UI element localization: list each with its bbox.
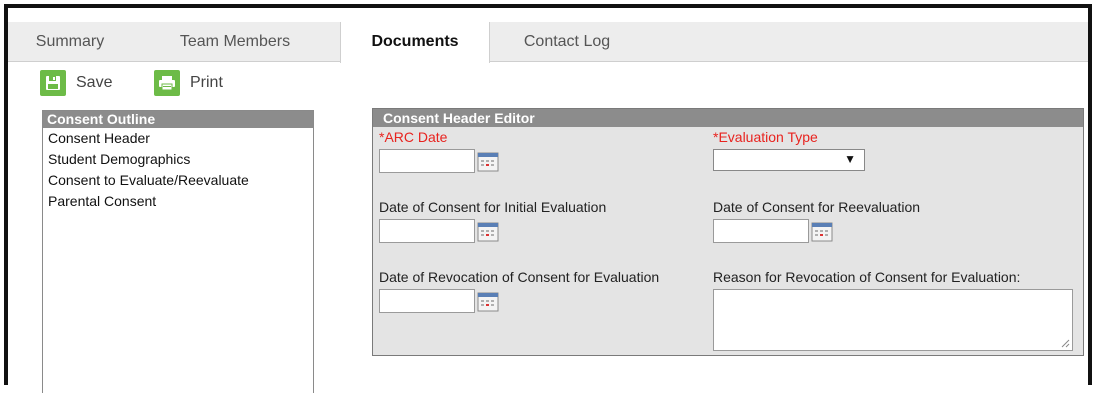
consent-initial-label: Date of Consent for Initial Evaluation bbox=[379, 199, 607, 215]
outline-item-student-demographics[interactable]: Student Demographics bbox=[43, 149, 313, 170]
evaluation-type-select[interactable]: ▼ bbox=[713, 149, 865, 171]
app-frame: Summary Team Members Documents Contact L… bbox=[4, 4, 1092, 393]
arc-date-label: *ARC Date bbox=[379, 129, 448, 145]
save-label: Save bbox=[76, 74, 113, 91]
tab-documents[interactable]: Documents bbox=[340, 22, 490, 63]
tab-bar: Summary Team Members Documents Contact L… bbox=[8, 22, 1088, 63]
save-button[interactable]: Save bbox=[40, 68, 112, 98]
printer-icon bbox=[154, 70, 180, 96]
consent-initial-input[interactable] bbox=[379, 219, 475, 243]
calendar-icon[interactable] bbox=[477, 292, 499, 312]
save-icon bbox=[40, 70, 66, 96]
evaluation-type-label: *Evaluation Type bbox=[713, 129, 818, 145]
print-label: Print bbox=[190, 74, 223, 91]
consent-header-editor: Consent Header Editor *ARC Date *Evaluat… bbox=[372, 108, 1084, 356]
consent-reeval-input[interactable] bbox=[713, 219, 809, 243]
outline-item-consent-header[interactable]: Consent Header bbox=[43, 128, 313, 149]
calendar-icon[interactable] bbox=[477, 152, 499, 172]
outline-item-parental-consent[interactable]: Parental Consent bbox=[43, 191, 313, 212]
revocation-date-label: Date of Revocation of Consent for Evalua… bbox=[379, 269, 660, 285]
outline-item-consent-to-evaluate[interactable]: Consent to Evaluate/Reevaluate bbox=[43, 170, 313, 191]
calendar-icon[interactable] bbox=[477, 222, 499, 242]
dropdown-arrow-icon: ▼ bbox=[844, 152, 856, 166]
tab-team-members[interactable]: Team Members bbox=[168, 22, 302, 62]
consent-outline-title: Consent Outline bbox=[43, 111, 313, 128]
arc-date-input[interactable] bbox=[379, 149, 475, 173]
resize-handle-icon[interactable] bbox=[1060, 338, 1070, 348]
consent-reeval-label: Date of Consent for Reevaluation bbox=[713, 199, 921, 215]
tab-summary[interactable]: Summary bbox=[22, 22, 118, 62]
tab-contact-log[interactable]: Contact Log bbox=[508, 22, 626, 62]
print-button[interactable]: Print bbox=[154, 68, 223, 98]
revocation-reason-textarea[interactable] bbox=[713, 289, 1073, 351]
editor-title: Consent Header Editor bbox=[373, 109, 1083, 127]
consent-outline-panel: Consent Outline Consent Header Student D… bbox=[42, 110, 314, 393]
revocation-date-input[interactable] bbox=[379, 289, 475, 313]
calendar-icon[interactable] bbox=[811, 222, 833, 242]
revocation-reason-label: Reason for Revocation of Consent for Eva… bbox=[713, 269, 1021, 285]
